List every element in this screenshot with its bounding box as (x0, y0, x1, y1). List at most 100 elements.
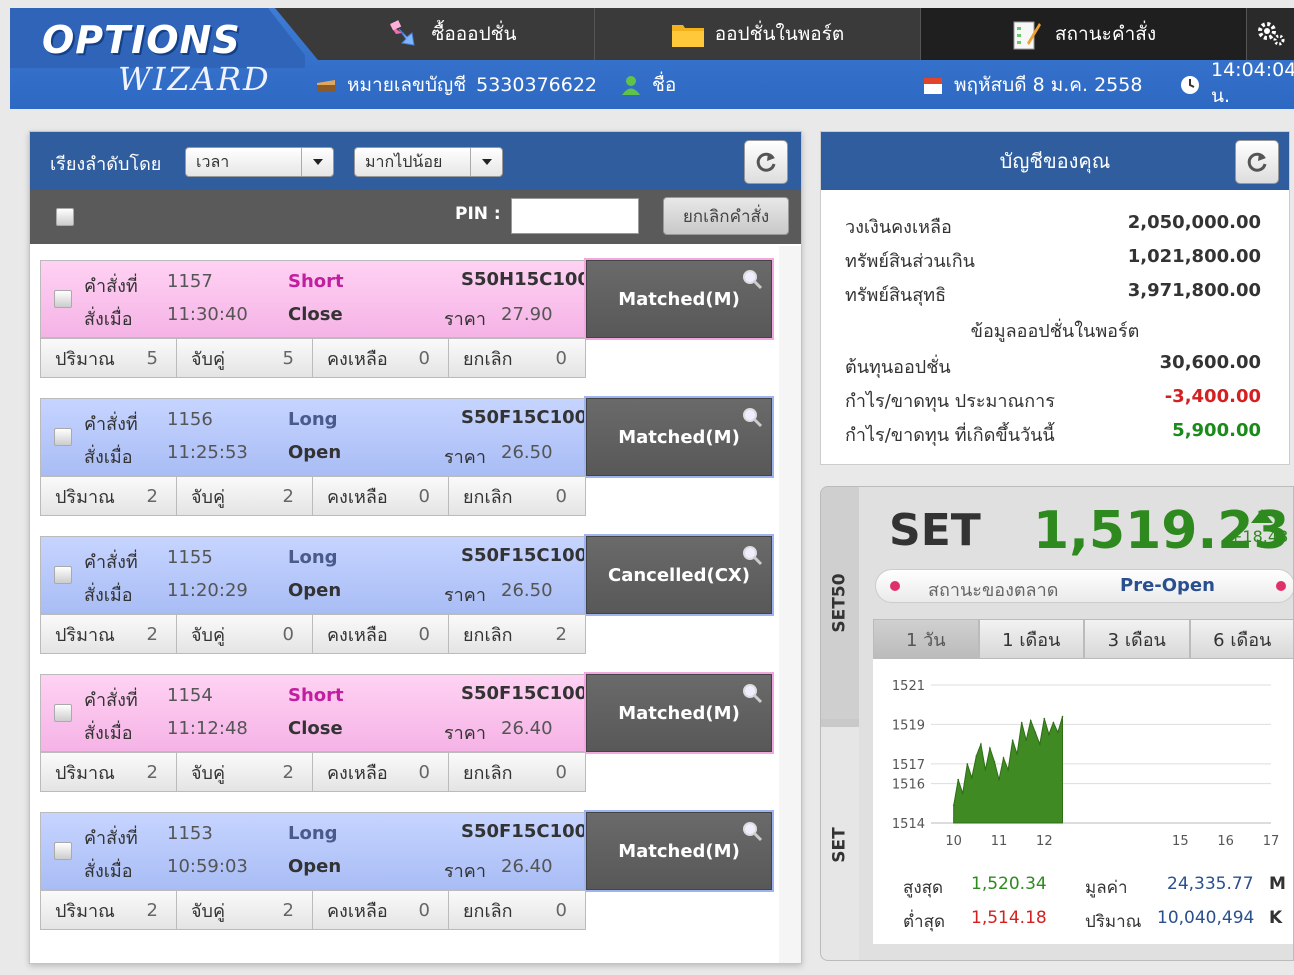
tab-set50[interactable]: SET50 (821, 487, 859, 719)
portfolio-title: ข้อมูลออปชั่นในพอร์ต (970, 321, 1140, 342)
date-info: พฤหัสบดี 8 ม.ค. 2558 (922, 68, 1142, 102)
sort-bar: เรียงลำดับโดย เวลา มากไปน้อย (30, 132, 801, 190)
option-series: S50F15C1000 (461, 407, 600, 428)
account-row-value: 30,600.00 (1159, 352, 1261, 373)
qty-value: 2 (146, 485, 158, 507)
order-side: Long (288, 409, 338, 430)
market-panel: SET50 SET SET 1,519.23 +18.48 สถานะของตล… (820, 486, 1294, 961)
option-series: S50F15C1000 (461, 545, 600, 566)
order-status-button[interactable]: Cancelled(CX) (586, 536, 772, 614)
price-point (998, 778, 1000, 781)
qty-cell: ปริมาณ 2 (41, 477, 177, 515)
price-point (1048, 733, 1050, 736)
range-tab-6m[interactable]: 6 เดือน (1189, 619, 1293, 659)
order-checkbox[interactable] (54, 704, 72, 722)
x-tick-label: 17 (1263, 834, 1280, 849)
range-tab-1m[interactable]: 1 เดือน (978, 619, 1084, 659)
wallet-icon (315, 74, 337, 96)
price-point (975, 755, 978, 757)
chevron-down-icon (301, 148, 333, 176)
order-time: 11:20:29 (167, 580, 248, 601)
value-amount: 24,335.77 (1167, 874, 1254, 894)
order-status-button[interactable]: Matched(M) (586, 812, 772, 890)
qty-value: 2 (146, 761, 158, 783)
pin-input[interactable] (511, 198, 639, 234)
order-card: คำสั่งที่ 1157 Short S50H15C1000 สั่งเมื… (40, 260, 774, 380)
price-point (989, 747, 991, 749)
remaining-value: 0 (418, 623, 430, 645)
remaining-value: 0 (418, 347, 430, 369)
order-quantities: ปริมาณ 2 จับคู่ 2 คงเหลือ 0 ยกเลิก 0 (40, 890, 586, 930)
price-point (1007, 769, 1009, 771)
order-checkbox[interactable] (54, 842, 72, 860)
qty-label: ปริมาณ (55, 348, 115, 370)
tab-set-label: SET (829, 826, 850, 863)
qty-cell: ปริมาณ 2 (41, 615, 177, 653)
account-panel: บัญชีของคุณ วงเงินคงเหลือ 2,050,000.00 ทรั… (820, 131, 1290, 465)
order-status-button[interactable]: Matched(M) (586, 398, 772, 476)
order-list-scrollbar[interactable] (779, 246, 801, 963)
range-tab-1d[interactable]: 1 วัน (873, 619, 979, 659)
select-all-checkbox[interactable] (56, 208, 74, 226)
price-point (1025, 739, 1027, 741)
order-position: Open (288, 442, 342, 463)
matched-cell: จับคู่ 2 (177, 477, 313, 515)
info-bar: หมายเลขบัญชี 5330376622 ชื่อ พฤหัสบดี 8 … (305, 59, 1294, 107)
remaining-cell: คงเหลือ 0 (313, 615, 449, 653)
refresh-account-button[interactable] (1235, 140, 1279, 184)
tab-portfolio-options[interactable]: ออปชั่นในพอร์ต (594, 8, 920, 60)
tab-set[interactable]: SET (821, 727, 859, 960)
settings-button[interactable] (1246, 8, 1294, 60)
order-card: คำสั่งที่ 1154 Short S50F15C1000 สั่งเมื… (40, 674, 774, 794)
price-label: ราคา (444, 723, 486, 744)
price-point (1029, 719, 1032, 722)
current-date: พฤหัสบดี 8 ม.ค. 2558 (954, 74, 1143, 96)
remaining-value: 0 (418, 485, 430, 507)
y-tick-label: 1516 (892, 778, 925, 793)
tab-order-status[interactable]: สถานะคำสั่ง (920, 8, 1246, 60)
status-dot-icon (1276, 581, 1286, 591)
refresh-orders-button[interactable] (744, 140, 788, 184)
magnifier-icon (741, 406, 763, 428)
clock-icon (1179, 74, 1201, 96)
order-no: 1155 (167, 547, 213, 568)
cancelled-cell: ยกเลิก 0 (449, 891, 585, 929)
order-side: Short (288, 685, 344, 706)
remaining-label: คงเหลือ (327, 762, 388, 784)
price-label: ราคา (444, 309, 486, 330)
cancel-order-button[interactable]: ยกเลิกคำสั่ง (663, 197, 789, 235)
option-series: S50F15C1000 (461, 821, 600, 842)
account-row-label: ทรัพย์สินส่วนเกิน (845, 251, 975, 272)
account-row-value: 5,900.00 (1172, 420, 1261, 441)
order-status-button[interactable]: Matched(M) (586, 674, 772, 752)
cancelled-value: 0 (555, 485, 567, 507)
account-row: ต้นทุนออปชั่น 30,600.00 (845, 352, 1261, 381)
price-point (952, 804, 955, 807)
cancelled-label: ยกเลิก (463, 762, 513, 784)
order-no-label: คำสั่งที่ (84, 414, 138, 435)
order-status-button[interactable]: Matched(M) (586, 260, 772, 338)
sort-order-select[interactable]: มากไปน้อย (354, 147, 503, 177)
order-status-panel: เรียงลำดับโดย เวลา มากไปน้อย PIN : ยกเลิ… (29, 131, 802, 964)
remaining-cell: คงเหลือ 0 (313, 339, 449, 377)
sort-order-value: มากไปน้อย (365, 151, 443, 171)
order-time: 10:59:03 (167, 856, 248, 877)
sort-field-select[interactable]: เวลา (185, 147, 334, 177)
cancelled-label: ยกเลิก (463, 348, 513, 370)
order-details: คำสั่งที่ 1155 Long S50F15C1000 สั่งเมื่… (40, 536, 600, 614)
order-time: 11:30:40 (167, 304, 248, 325)
order-no-label: คำสั่งที่ (84, 828, 138, 849)
order-checkbox[interactable] (54, 428, 72, 446)
range-tab-3m[interactable]: 3 เดือน (1084, 619, 1190, 659)
order-checkbox[interactable] (54, 566, 72, 584)
option-series: S50H15C1000 (461, 269, 603, 290)
pin-label: PIN : (455, 204, 501, 224)
order-quantities: ปริมาณ 2 จับคู่ 2 คงเหลือ 0 ยกเลิก 0 (40, 476, 586, 516)
cancelled-value: 2 (555, 623, 567, 645)
ordered-at-label: สั่งเมื่อ (84, 861, 133, 882)
remaining-cell: คงเหลือ 0 (313, 753, 449, 791)
account-info: หมายเลขบัญชี 5330376622 (315, 68, 597, 102)
order-checkbox[interactable] (54, 290, 72, 308)
ordered-at-label: สั่งเมื่อ (84, 723, 133, 744)
tab-buy-options[interactable]: ซื้อออปชั่น (310, 8, 594, 60)
